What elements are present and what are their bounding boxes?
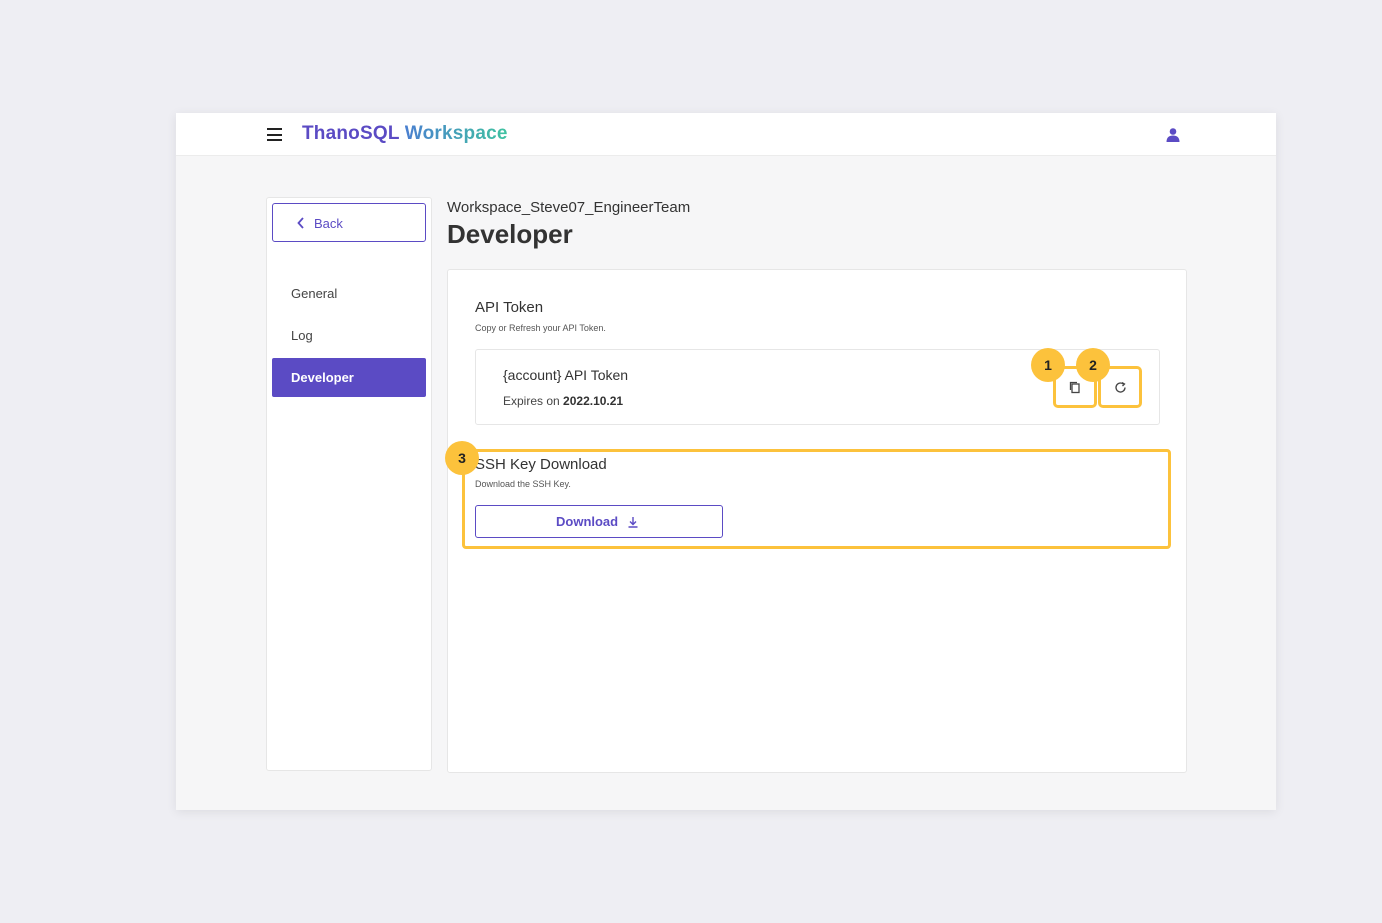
copy-icon xyxy=(1069,381,1080,394)
ssh-key-title: SSH Key Download xyxy=(475,456,607,473)
ssh-key-subtitle: Download the SSH Key. xyxy=(475,479,571,489)
download-ssh-key-button[interactable]: Download xyxy=(475,505,723,538)
annotation-badge-2: 2 xyxy=(1076,348,1110,382)
settings-sidebar: Back General Log Developer xyxy=(266,197,432,771)
download-icon xyxy=(628,517,638,528)
top-bar: ThanoSQL Workspace xyxy=(176,113,1276,156)
api-token-subtitle: Copy or Refresh your API Token. xyxy=(475,323,606,333)
refresh-icon xyxy=(1115,381,1126,393)
api-token-card: {account} API Token Expires on 2022.10.2… xyxy=(475,348,1160,425)
user-icon[interactable] xyxy=(1164,126,1182,144)
expires-prefix: Expires on xyxy=(503,394,560,408)
api-token-title: API Token xyxy=(475,299,544,316)
workspace-window: ThanoSQL Workspace Back General Log Deve… xyxy=(176,113,1276,810)
expires-date: 2022.10.21 xyxy=(563,394,624,408)
brand-name: ThanoSQL xyxy=(302,123,400,144)
token-name: {account} API Token xyxy=(503,367,629,383)
workspace-name: Workspace_Steve07_EngineerTeam xyxy=(447,199,691,216)
brand-suffix: Workspace xyxy=(404,123,508,144)
developer-panel: API Token Copy or Refresh your API Token… xyxy=(445,269,1187,773)
annotation-badge-1: 1 xyxy=(1031,348,1065,382)
sidebar-item-general[interactable]: General xyxy=(272,274,426,313)
sidebar-item-developer[interactable]: Developer xyxy=(272,358,426,397)
back-button[interactable]: Back xyxy=(272,203,426,242)
chevron-left-icon xyxy=(297,217,304,229)
download-label: Download xyxy=(556,514,619,529)
annotation-badge-3: 3 xyxy=(445,441,479,475)
brand-logo[interactable]: ThanoSQL Workspace xyxy=(302,123,508,145)
hamburger-menu-icon[interactable] xyxy=(267,128,282,141)
token-expiry: Expires on 2022.10.21 xyxy=(503,394,623,408)
back-label: Back xyxy=(314,216,343,231)
page-title: Developer xyxy=(447,219,573,249)
sidebar-item-log[interactable]: Log xyxy=(272,316,426,355)
